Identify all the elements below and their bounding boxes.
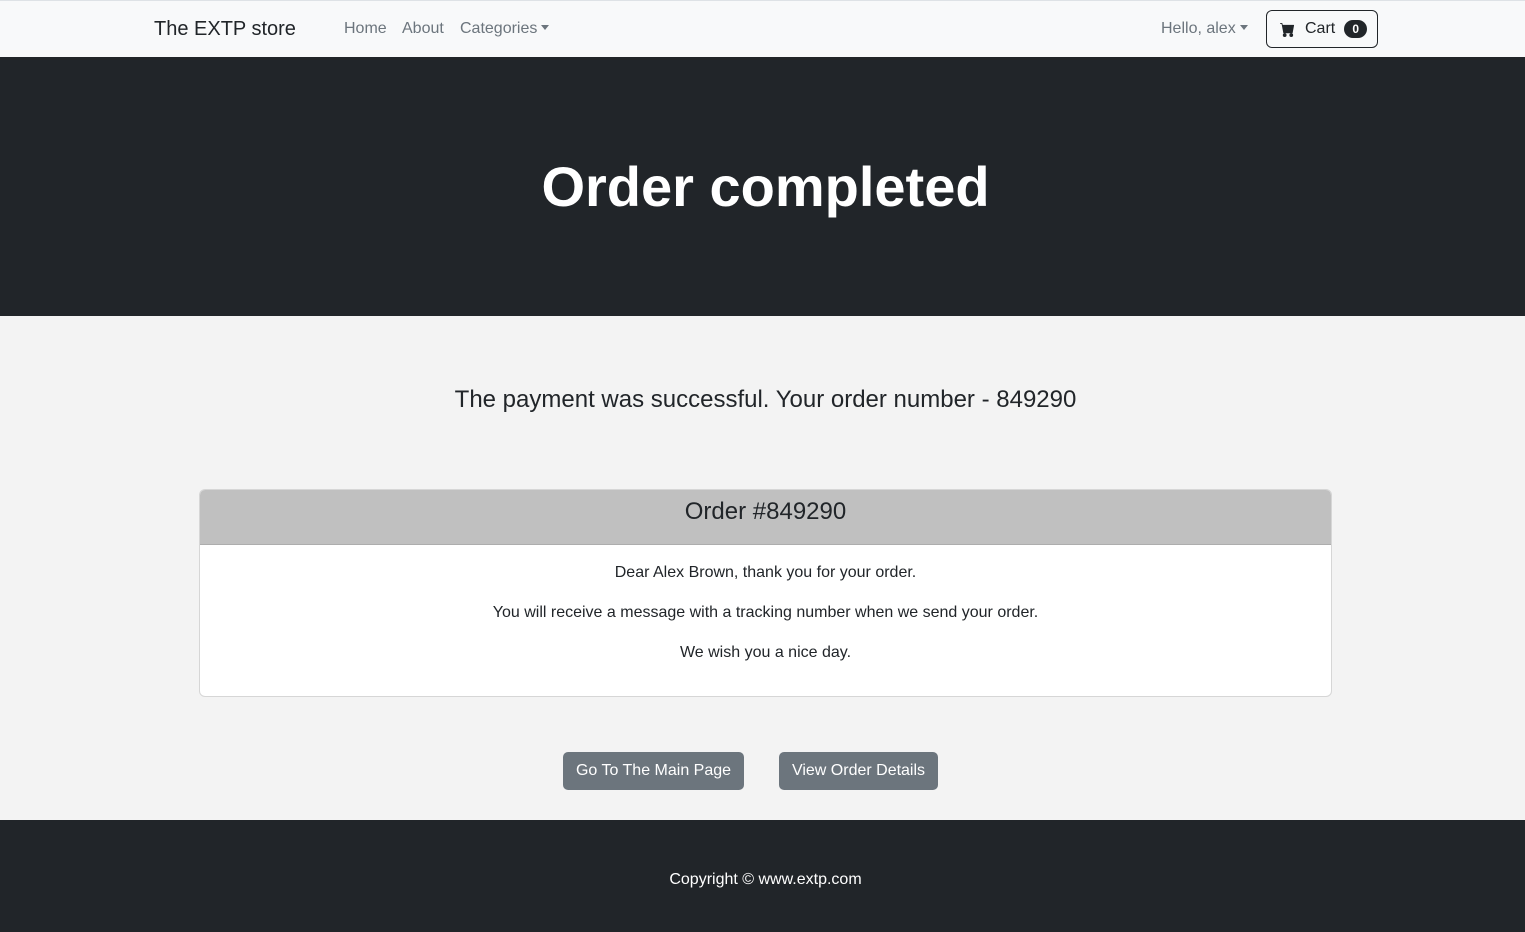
user-greeting: Hello, alex bbox=[1161, 20, 1236, 37]
user-menu-dropdown[interactable]: Hello, alex bbox=[1161, 20, 1248, 38]
cart-label: Cart bbox=[1305, 20, 1336, 37]
cart-count-badge: 0 bbox=[1344, 20, 1368, 38]
order-card-body: Dear Alex Brown, thank you for your orde… bbox=[200, 545, 1331, 663]
chevron-down-icon bbox=[1239, 25, 1248, 30]
order-card: Order #849290 Dear Alex Brown, thank you… bbox=[199, 489, 1332, 697]
order-farewell-text: We wish you a nice day. bbox=[679, 644, 852, 661]
nav-link-about[interactable]: About bbox=[402, 20, 444, 38]
payment-success-message: The payment was successful. Your order n… bbox=[454, 386, 1077, 413]
footer-copyright: Copyright © www.extp.com bbox=[669, 871, 862, 888]
navbar-container: The EXTP store Home About Categories Hel… bbox=[154, 1, 1378, 57]
go-to-main-page-button[interactable]: Go To The Main Page bbox=[563, 752, 744, 790]
brand-link[interactable]: The EXTP store bbox=[154, 18, 296, 41]
view-order-details-button[interactable]: View Order Details bbox=[779, 752, 938, 790]
nav-link-categories[interactable]: Categories bbox=[460, 20, 550, 38]
order-thank-you-text: Dear Alex Brown, thank you for your orde… bbox=[614, 564, 917, 581]
chevron-down-icon bbox=[541, 25, 550, 30]
hero-banner: Order completed bbox=[0, 57, 1525, 316]
page-footer: Copyright © www.extp.com bbox=[0, 820, 1525, 932]
top-navbar: The EXTP store Home About Categories Hel… bbox=[0, 0, 1525, 57]
page-title: Order completed bbox=[541, 155, 990, 218]
order-tracking-text: You will receive a message with a tracki… bbox=[492, 604, 1039, 621]
categories-label: Categories bbox=[460, 20, 538, 37]
cart-icon bbox=[1280, 22, 1295, 37]
order-card-header: Order #849290 bbox=[200, 490, 1331, 545]
cart-button[interactable]: Cart 0 bbox=[1266, 10, 1378, 48]
nav-link-home[interactable]: Home bbox=[344, 20, 387, 38]
